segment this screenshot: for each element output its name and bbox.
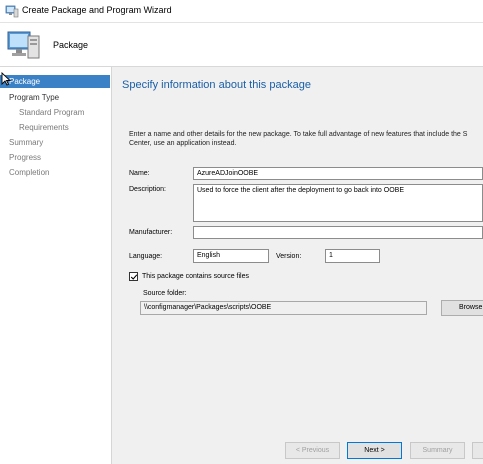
nav-item-completion[interactable]: Completion [9, 166, 49, 179]
source-folder-label: Source folder: [143, 290, 187, 297]
wizard-footer: < Previous Next > Summary [112, 431, 483, 464]
next-button[interactable]: Next > [347, 442, 402, 459]
wizard-header: Package [0, 23, 483, 67]
version-field[interactable]: 1 [325, 249, 380, 263]
wizard-app-icon [5, 5, 19, 18]
manufacturer-label: Manufacturer: [129, 229, 173, 236]
previous-button[interactable]: < Previous [285, 442, 340, 459]
nav-item-requirements[interactable]: Requirements [19, 121, 69, 134]
summary-button[interactable]: Summary [410, 442, 465, 459]
title-bar: Create Package and Program Wizard [0, 0, 483, 23]
language-label: Language: [129, 253, 163, 260]
name-label: Name: [129, 170, 150, 177]
browse-button[interactable]: Browse [441, 300, 483, 316]
mouse-cursor-icon [1, 72, 11, 86]
nav-item-package[interactable]: Package [0, 75, 110, 88]
version-label: Version: [276, 253, 302, 260]
computer-package-icon [7, 31, 40, 59]
description-field[interactable]: Used to force the client after the deplo… [193, 184, 483, 222]
cancel-button-partial[interactable] [472, 442, 483, 459]
language-field[interactable]: English [193, 249, 269, 263]
source-files-label: This package contains source files [142, 273, 249, 280]
intro-text: Enter a name and other details for the n… [129, 130, 483, 148]
nav-item-program-type[interactable]: Program Type [9, 91, 59, 104]
wizard-content: Specify information about this package E… [112, 67, 483, 431]
page-heading: Specify information about this package [122, 79, 311, 91]
intro-line-2: Center, use an application instead. [129, 140, 237, 147]
description-label: Description: [129, 186, 166, 193]
checkmark-icon [130, 274, 138, 280]
source-files-checkbox[interactable] [129, 272, 138, 281]
name-field[interactable]: AzureADJoinOOBE [193, 167, 483, 180]
wizard-nav: Package Program Type Standard Program Re… [0, 67, 112, 464]
intro-line-1: Enter a name and other details for the n… [129, 131, 468, 138]
manufacturer-field[interactable] [193, 226, 483, 239]
source-folder-field[interactable]: \\configmanager\Packages\scripts\OOBE [140, 301, 427, 315]
nav-item-summary[interactable]: Summary [9, 136, 43, 149]
window-title: Create Package and Program Wizard [22, 5, 172, 15]
nav-item-progress[interactable]: Progress [9, 151, 41, 164]
nav-item-standard-program[interactable]: Standard Program [19, 106, 84, 119]
header-title: Package [53, 40, 89, 50]
